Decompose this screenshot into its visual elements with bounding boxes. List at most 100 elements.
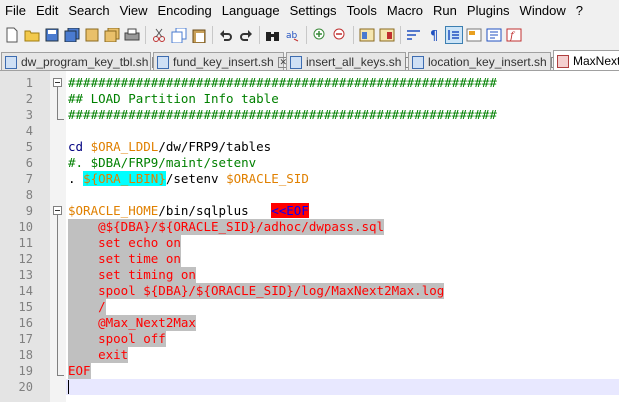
code-text: spool off bbox=[68, 331, 166, 347]
line-number: 18 bbox=[18, 348, 33, 362]
tab-location-key-insert[interactable]: location_key_insert.sh ✕ bbox=[408, 52, 562, 70]
code-text: $ORACLE_HOME/bin/sqlplus <<EOF bbox=[68, 203, 309, 219]
tab-insert-all-keys[interactable]: insert_all_keys.sh ✕ bbox=[286, 52, 417, 70]
text-caret bbox=[68, 380, 69, 394]
code-text: exit bbox=[68, 347, 129, 363]
close-all-icon[interactable] bbox=[103, 26, 121, 44]
code-token: $ORACLE_HOME bbox=[68, 203, 159, 218]
code-line: 1 ######################################… bbox=[0, 75, 619, 91]
paste-icon[interactable] bbox=[190, 26, 208, 44]
code-text: EOF bbox=[68, 363, 91, 379]
toolbar-separator bbox=[259, 26, 260, 44]
tab-label: MaxNext2 bbox=[573, 54, 619, 68]
menu-settings[interactable]: Settings bbox=[285, 0, 342, 22]
user-lang-icon[interactable] bbox=[465, 26, 483, 44]
svg-text:¶: ¶ bbox=[430, 29, 438, 42]
line-number: 19 bbox=[18, 364, 33, 378]
find-icon[interactable] bbox=[264, 26, 282, 44]
code-text: spool ${DBA}/${ORACLE_SID}/log/MaxNext2M… bbox=[68, 283, 445, 299]
line-number: 11 bbox=[18, 236, 33, 250]
menu-tools[interactable]: Tools bbox=[342, 0, 382, 22]
code-text: ## LOAD Partition Info table bbox=[68, 91, 279, 106]
editor[interactable]: 1 ######################################… bbox=[0, 71, 619, 402]
menu-run[interactable]: Run bbox=[428, 0, 462, 22]
toolbar: ab ¶ f bbox=[0, 22, 619, 48]
menu-macro[interactable]: Macro bbox=[382, 0, 428, 22]
code-text: #. $DBA/FRP9/maint/setenv bbox=[68, 155, 257, 170]
line-number: 12 bbox=[18, 252, 33, 266]
code-line: 10 @${DBA}/${ORACLE_SID}/adhoc/dwpass.sq… bbox=[0, 219, 619, 235]
menu-window[interactable]: Window bbox=[515, 0, 571, 22]
menu-plugins[interactable]: Plugins bbox=[462, 0, 515, 22]
code-line: 7 . ${ORA_LBIN}/setenv $ORACLE_SID bbox=[0, 171, 619, 187]
code-line: 8 bbox=[0, 187, 619, 203]
menu-bar: File Edit Search View Encoding Language … bbox=[0, 0, 619, 22]
menu-encoding[interactable]: Encoding bbox=[153, 0, 217, 22]
code-text: ########################################… bbox=[68, 107, 497, 122]
code-line: 15 / bbox=[0, 299, 619, 315]
copy-icon[interactable] bbox=[170, 26, 188, 44]
tab-label: fund_key_insert.sh bbox=[173, 55, 274, 69]
code-line: 18 exit bbox=[0, 347, 619, 363]
code-line: 16 @Max_Next2Max bbox=[0, 315, 619, 331]
new-file-icon[interactable] bbox=[3, 26, 21, 44]
fold-toggle-icon[interactable] bbox=[53, 78, 62, 87]
tab-label: insert_all_keys.sh bbox=[306, 55, 402, 69]
code-line: 9 $ORACLE_HOME/bin/sqlplus <<EOF bbox=[0, 203, 619, 219]
sync-vertical-icon[interactable] bbox=[358, 26, 376, 44]
menu-file[interactable]: File bbox=[0, 0, 31, 22]
doc-map-icon[interactable] bbox=[485, 26, 503, 44]
code-line: 20 bbox=[0, 379, 619, 395]
file-icon bbox=[5, 55, 17, 69]
file-icon bbox=[157, 55, 169, 69]
code-text: . ${ORA_LBIN}/setenv $ORACLE_SID bbox=[68, 171, 309, 187]
code-line: 12 set time on bbox=[0, 251, 619, 267]
save-icon[interactable] bbox=[43, 26, 61, 44]
show-all-chars-icon[interactable]: ¶ bbox=[425, 26, 443, 44]
file-icon bbox=[557, 54, 569, 68]
indent-guide-icon[interactable] bbox=[445, 26, 463, 44]
menu-help[interactable]: ? bbox=[571, 0, 588, 22]
code-token: /bin/sqlplus bbox=[158, 203, 249, 218]
line-number: 6 bbox=[25, 156, 33, 170]
line-number: 3 bbox=[25, 108, 33, 122]
zoom-out-icon[interactable] bbox=[331, 26, 349, 44]
line-number: 10 bbox=[18, 220, 33, 234]
fold-toggle-icon[interactable] bbox=[53, 206, 62, 215]
print-icon[interactable] bbox=[123, 26, 141, 44]
code-token: /setenv bbox=[165, 171, 227, 186]
code-token: /dw/FRP9/tables bbox=[158, 139, 272, 154]
code-token: $ORA_LDDL bbox=[90, 139, 159, 154]
line-number: 17 bbox=[18, 332, 33, 346]
tab-fund-key-insert[interactable]: fund_key_insert.sh ✕ bbox=[153, 52, 289, 70]
zoom-in-icon[interactable] bbox=[311, 26, 329, 44]
code-text: set time on bbox=[68, 251, 181, 267]
sync-horizontal-icon[interactable] bbox=[378, 26, 396, 44]
tab-dw-program-key-tbl[interactable]: dw_program_key_tbl.sh ✕ bbox=[1, 52, 164, 70]
line-number: 13 bbox=[18, 268, 33, 282]
undo-icon[interactable] bbox=[217, 26, 235, 44]
close-icon[interactable] bbox=[83, 26, 101, 44]
replace-icon[interactable]: ab bbox=[284, 26, 302, 44]
menu-search[interactable]: Search bbox=[63, 0, 114, 22]
tab-label: dw_program_key_tbl.sh bbox=[21, 55, 149, 69]
menu-view[interactable]: View bbox=[115, 0, 153, 22]
save-all-icon[interactable] bbox=[63, 26, 81, 44]
menu-language[interactable]: Language bbox=[217, 0, 285, 22]
code-text: set timing on bbox=[68, 267, 196, 283]
function-list-icon[interactable]: f bbox=[505, 26, 523, 44]
cut-icon[interactable] bbox=[150, 26, 168, 44]
redo-icon[interactable] bbox=[237, 26, 255, 44]
code-text: set echo on bbox=[68, 235, 181, 251]
open-file-icon[interactable] bbox=[23, 26, 41, 44]
code-token: <<EOF bbox=[271, 203, 309, 218]
code-token: $ORACLE_SID bbox=[226, 171, 309, 186]
toolbar-separator bbox=[306, 26, 307, 44]
line-number: 8 bbox=[25, 188, 33, 202]
menu-edit[interactable]: Edit bbox=[31, 0, 63, 22]
code-line: 13 set timing on bbox=[0, 267, 619, 283]
code-text: ########################################… bbox=[68, 75, 497, 90]
word-wrap-icon[interactable] bbox=[405, 26, 423, 44]
tab-maxnext2[interactable]: MaxNext2 bbox=[553, 50, 619, 70]
